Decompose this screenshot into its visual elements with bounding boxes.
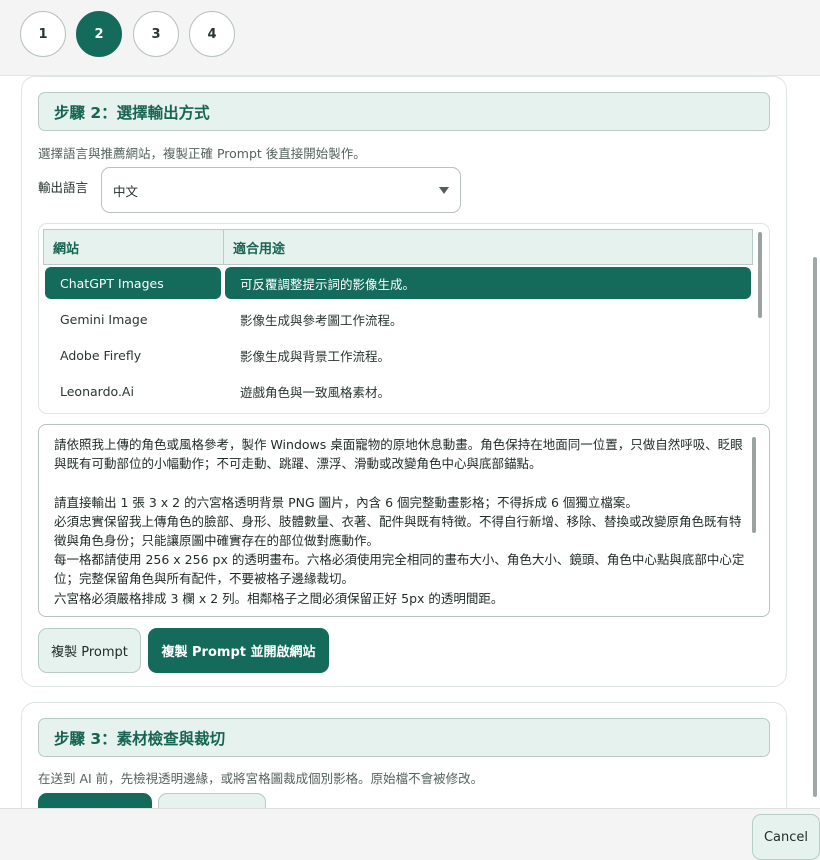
copy-prompt-open-site-button[interactable]: 複製 Prompt 並開啟網站 (148, 628, 329, 673)
site-use-cell: 影像生成與參考圖工作流程。 (240, 312, 403, 328)
step-1-button[interactable]: 1 (20, 11, 66, 57)
step2-panel: 步驟 2：選擇輸出方式 選擇語言與推薦網站，複製正確 Prompt 後直接開始製… (21, 76, 787, 687)
table-row-leonardo[interactable]: Leonardo.Ai 遊戲角色與一致風格素材。 (45, 375, 751, 407)
table-row-firefly[interactable]: Adobe Firefly 影像生成與背景工作流程。 (45, 339, 751, 371)
prompt-text: 請依照我上傳的角色或風格參考，製作 Windows 桌面寵物的原地休息動畫。角色… (54, 437, 745, 606)
site-use-cell: 可反覆調整提示詞的影像生成。 (225, 267, 751, 299)
step3-primary-button[interactable] (38, 793, 152, 808)
site-table: 網站 適合用途 ChatGPT Images 可反覆調整提示詞的影像生成。 Ge… (38, 223, 770, 414)
table-row-gemini[interactable]: Gemini Image 影像生成與參考圖工作流程。 (45, 303, 751, 335)
table-row-chatgpt[interactable]: ChatGPT Images 可反覆調整提示詞的影像生成。 (45, 267, 751, 299)
prompt-scrollbar[interactable] (752, 437, 756, 533)
language-select-value: 中文 (113, 183, 139, 199)
site-name-cell: ChatGPT Images (45, 267, 221, 299)
table-header-site: 網站 (43, 229, 224, 265)
site-use-cell: 遊戲角色與一致風格素材。 (240, 384, 391, 400)
step2-title: 步驟 2：選擇輸出方式 (38, 92, 770, 131)
language-label: 輸出語言 (38, 180, 89, 195)
copy-prompt-button[interactable]: 複製 Prompt (38, 628, 141, 673)
site-use-cell: 影像生成與背景工作流程。 (240, 348, 391, 364)
site-name-cell: Gemini Image (60, 311, 148, 327)
step-2-button[interactable]: 2 (76, 11, 122, 57)
page-scrollbar[interactable] (813, 257, 817, 797)
footer-bar: Cancel (0, 808, 820, 860)
site-name-cell: Adobe Firefly (60, 347, 142, 363)
step3-panel: 步驟 3：素材檢查與裁切 在送到 AI 前，先檢視透明邊緣，或將宮格圖裁成個別影… (21, 702, 787, 808)
table-header-use: 適合用途 (223, 229, 753, 265)
step3-title: 步驟 3：素材檢查與裁切 (38, 718, 770, 757)
site-name-cell: Leonardo.Ai (60, 383, 134, 399)
stepper: 1 2 3 4 (0, 0, 820, 75)
cancel-button[interactable]: Cancel (752, 814, 820, 860)
chevron-down-icon (439, 187, 449, 194)
step-4-button[interactable]: 4 (189, 11, 235, 57)
content-scroll-area[interactable]: 步驟 2：選擇輸出方式 選擇語言與推薦網站，複製正確 Prompt 後直接開始製… (0, 75, 820, 808)
step3-description: 在送到 AI 前，先檢視透明邊緣，或將宮格圖裁成個別影格。原始檔不會被修改。 (38, 771, 484, 786)
step2-description: 選擇語言與推薦網站，複製正確 Prompt 後直接開始製作。 (38, 146, 366, 161)
step3-secondary-button[interactable] (158, 793, 266, 808)
language-select[interactable]: 中文 (101, 167, 461, 213)
table-scrollbar[interactable] (758, 232, 762, 318)
prompt-textarea[interactable]: 請依照我上傳的角色或風格參考，製作 Windows 桌面寵物的原地休息動畫。角色… (38, 424, 770, 617)
step-3-button[interactable]: 3 (133, 11, 179, 57)
